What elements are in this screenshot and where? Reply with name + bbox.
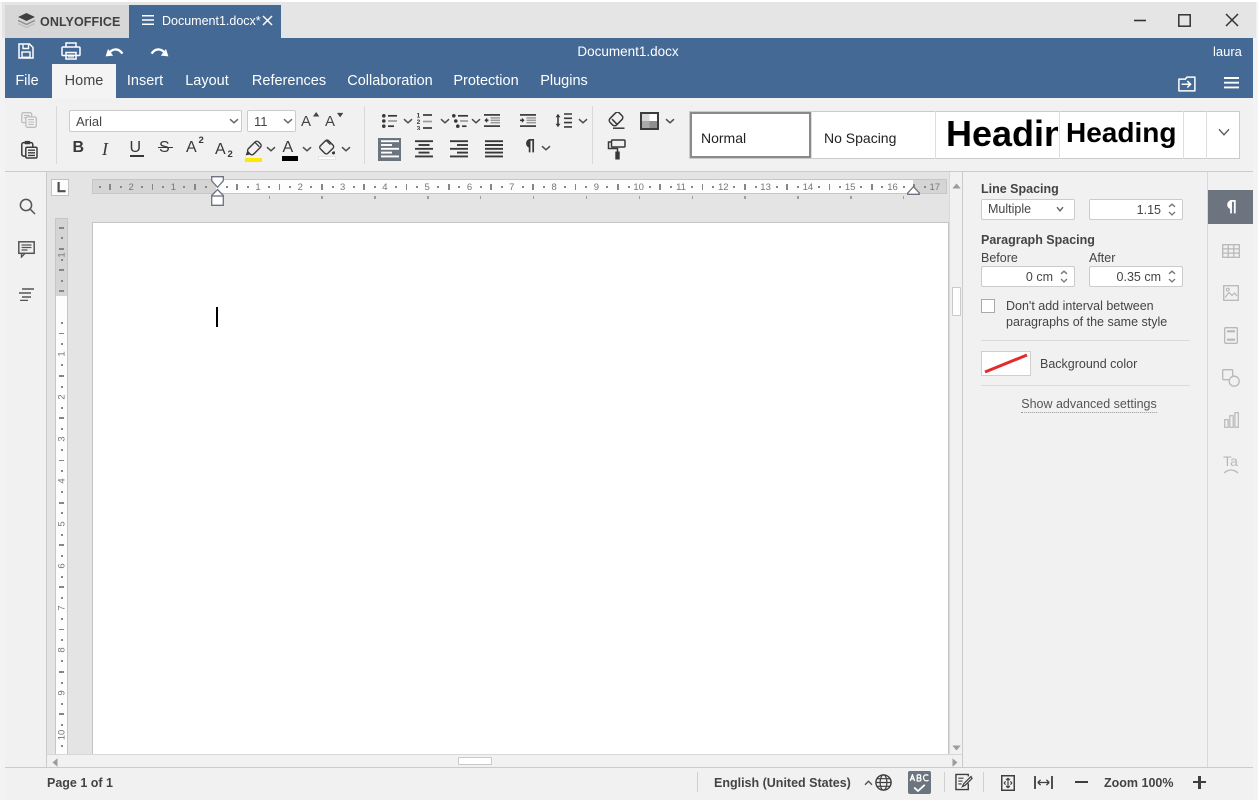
svg-text:3: 3: [417, 125, 421, 130]
